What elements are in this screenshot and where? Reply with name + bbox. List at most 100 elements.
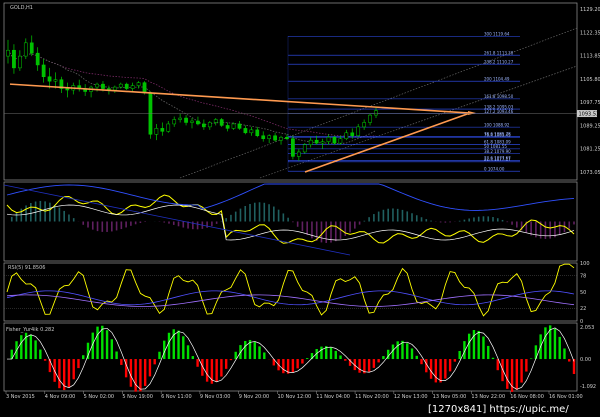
osc1-histogram-bar	[263, 202, 266, 222]
fisher-tick-label: -1.092	[580, 384, 596, 390]
candle-body	[326, 136, 331, 142]
osc1-histogram-bar	[344, 221, 347, 236]
osc1-histogram-bar	[115, 221, 118, 231]
candle-body	[231, 123, 236, 129]
fisher-histogram-bar	[96, 326, 99, 360]
x-tick-label: 16 Nov 01:00	[549, 394, 583, 400]
price-tick-label: 1105.80	[580, 77, 600, 83]
osc1-histogram-bar	[215, 221, 218, 224]
fisher-histogram-bar	[301, 359, 304, 364]
candle-body	[23, 42, 28, 57]
osc1-histogram-bar	[68, 214, 70, 222]
fisher-histogram-bar	[410, 348, 414, 360]
candle-body	[362, 122, 366, 128]
panel-osc1	[3, 181, 578, 262]
fisher-histogram-bar	[320, 346, 323, 360]
fisher-histogram-bar	[182, 336, 185, 360]
fisher-histogram-bar	[101, 325, 104, 360]
osc1-histogram-bar	[496, 218, 499, 222]
x-tick-label: 11 Nov 20:00	[355, 394, 389, 400]
candle-body	[202, 123, 206, 128]
candle-body	[172, 119, 177, 125]
fisher-histogram-bar	[334, 350, 337, 360]
osc1-histogram-bar	[120, 221, 123, 230]
osc1-histogram-bar	[144, 221, 146, 223]
fisher-histogram-bar	[20, 335, 23, 360]
osc1-histogram-bar	[177, 221, 180, 227]
osc1-histogram-bar	[406, 211, 409, 222]
x-tick-label: 12 Nov 13:00	[394, 394, 428, 400]
fisher-histogram-bar	[134, 359, 137, 392]
fib-level-label: 127.2 1093.46	[484, 109, 514, 114]
osc1-histogram-bar	[358, 221, 361, 225]
fisher-histogram-bar	[377, 359, 380, 363]
fisher-histogram-bar	[429, 359, 433, 379]
fisher-histogram-bar	[172, 329, 175, 360]
osc1-histogram-bar	[425, 219, 428, 222]
candle-body	[29, 42, 34, 54]
fisher-histogram-bar	[329, 347, 333, 360]
osc1-histogram-bar	[273, 206, 275, 222]
rsi-title: RSI(5) 91.8506	[8, 265, 45, 271]
candle-body	[374, 110, 378, 116]
x-tick-label: 9 Nov 03:00	[200, 394, 231, 400]
candle-body	[154, 128, 159, 135]
x-tick-label: 13 Nov 22:00	[471, 394, 505, 400]
osc1-histogram-bar	[106, 221, 108, 232]
fisher-histogram-bar	[568, 359, 571, 362]
fib-level-label: 76.4 1085.45	[484, 133, 511, 138]
candle-body	[35, 52, 40, 66]
candle-body	[285, 136, 289, 139]
candle-body	[314, 139, 319, 144]
candle-body	[18, 55, 22, 69]
x-tick-label: 6 Nov 11:00	[161, 394, 192, 400]
osc1-histogram-bar	[463, 219, 466, 222]
fisher-histogram-bar	[358, 359, 361, 373]
candle-body	[302, 144, 307, 153]
candle-body	[356, 126, 361, 137]
osc1-histogram-bar	[506, 221, 509, 223]
x-tick-label: 11 Nov 04:00	[316, 394, 350, 400]
x-tick-label: 16 Nov 08:00	[510, 394, 544, 400]
fisher-histogram-bar	[467, 333, 471, 360]
osc1-histogram-bar	[111, 221, 113, 232]
price-tick-label: 1089.25	[580, 123, 600, 129]
fisher-histogram-bar	[396, 341, 399, 360]
fisher-histogram-bar	[43, 359, 47, 361]
osc1-histogram-bar	[501, 219, 504, 222]
candle-body	[6, 49, 10, 57]
price-tick-label: 1081.25	[580, 147, 600, 153]
panel-fisher	[3, 322, 578, 392]
current-price-label: 1093.53	[579, 111, 600, 117]
fisher-histogram-bar	[258, 346, 261, 360]
osc1-histogram-bar	[530, 221, 532, 236]
fisher-tick-label: 2.053	[580, 325, 594, 331]
fisher-histogram-bar	[448, 359, 452, 372]
osc1-histogram-bar	[63, 210, 65, 222]
rsi-tick-label: 50	[580, 290, 586, 296]
osc1-histogram-bar	[96, 221, 99, 232]
price-panel-title: GOLD,H1	[10, 5, 33, 11]
fisher-histogram-bar	[215, 359, 218, 382]
fisher-histogram-bar	[153, 359, 156, 365]
fisher-histogram-bar	[420, 359, 423, 365]
osc1-histogram-bar	[458, 220, 461, 222]
fisher-tick-label: 0.00	[580, 357, 591, 363]
osc1-histogram-bar	[15, 212, 18, 222]
osc1-histogram-bar	[196, 221, 199, 230]
osc1-histogram-bar	[30, 203, 32, 222]
fisher-histogram-bar	[520, 359, 523, 383]
fisher-histogram-bar	[282, 359, 285, 374]
fisher-histogram-bar	[477, 330, 480, 360]
osc1-histogram-bar	[373, 214, 375, 222]
osc1-histogram-bar	[10, 216, 13, 222]
candle-body	[255, 129, 260, 137]
osc1-histogram-bar	[306, 221, 308, 236]
price-tick-label: 1122.35	[580, 30, 600, 36]
osc1-histogram-bar	[292, 221, 294, 223]
x-tick-label: 5 Nov 19:00	[122, 394, 153, 400]
chart-svg[interactable]: 300 1119.64 261.8 1113.30 238.2 1110.27 200…	[0, 0, 600, 417]
osc1-histogram-bar	[91, 221, 94, 230]
fib-level-label: 200 1104.49	[484, 76, 510, 81]
candle-body	[190, 120, 194, 123]
